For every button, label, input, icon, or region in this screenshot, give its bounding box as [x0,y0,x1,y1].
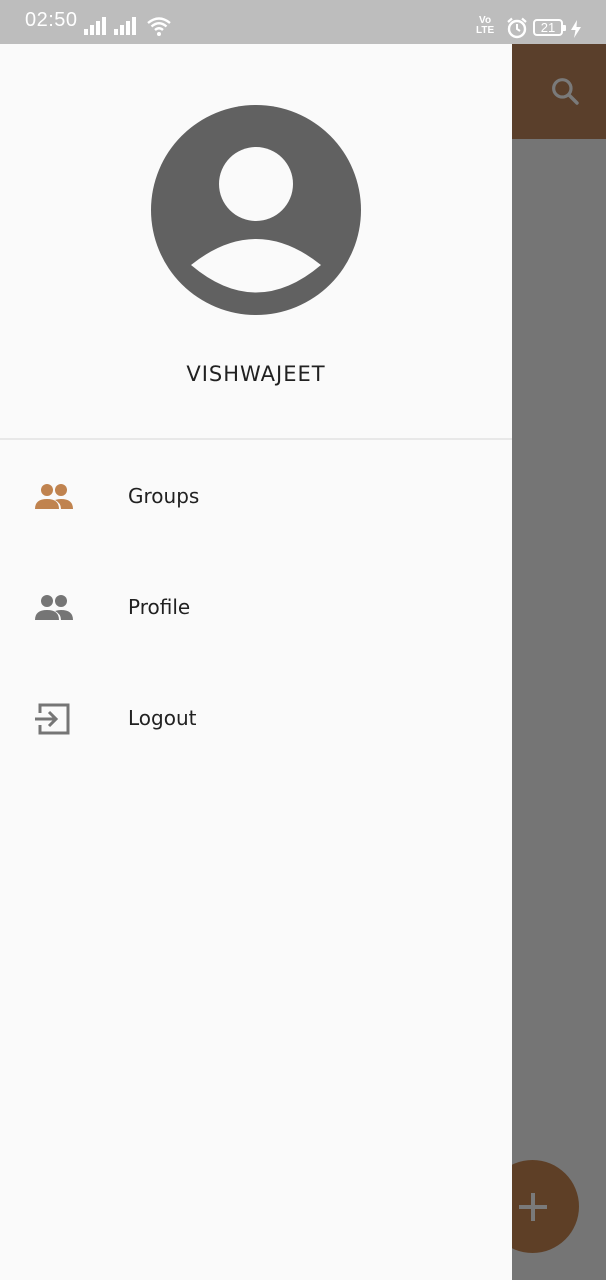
nav-item-profile[interactable]: Profile [0,560,512,656]
battery-level: 21 [540,20,556,35]
group-icon [35,595,73,620]
search-button[interactable] [546,72,584,110]
volte-icon: Vo LTE [476,15,495,36]
search-icon [552,78,579,105]
signal-icon [84,17,106,35]
alarm-icon [507,17,527,39]
divider [0,438,512,440]
account-circle-icon [151,105,361,315]
group-icon [35,484,73,509]
nav-item-label: Groups [128,484,200,508]
status-bar: 02:50 Vo LTE 21 [0,0,606,44]
wifi-icon [147,17,171,36]
charging-icon [571,20,581,38]
nav-item-groups[interactable]: Groups [0,449,512,545]
logout-icon [35,703,70,735]
plus-icon [518,1192,547,1221]
signal-icon [114,17,136,35]
nav-item-logout[interactable]: Logout [0,671,512,767]
nav-item-label: Logout [128,706,197,730]
user-name: VISHWAJEET [186,362,326,386]
battery-icon: 21 [533,19,566,36]
status-time: 02:50 [25,9,78,31]
nav-item-label: Profile [128,595,191,619]
navigation-drawer: VISHWAJEET Groups Profile Logout [0,44,512,1280]
